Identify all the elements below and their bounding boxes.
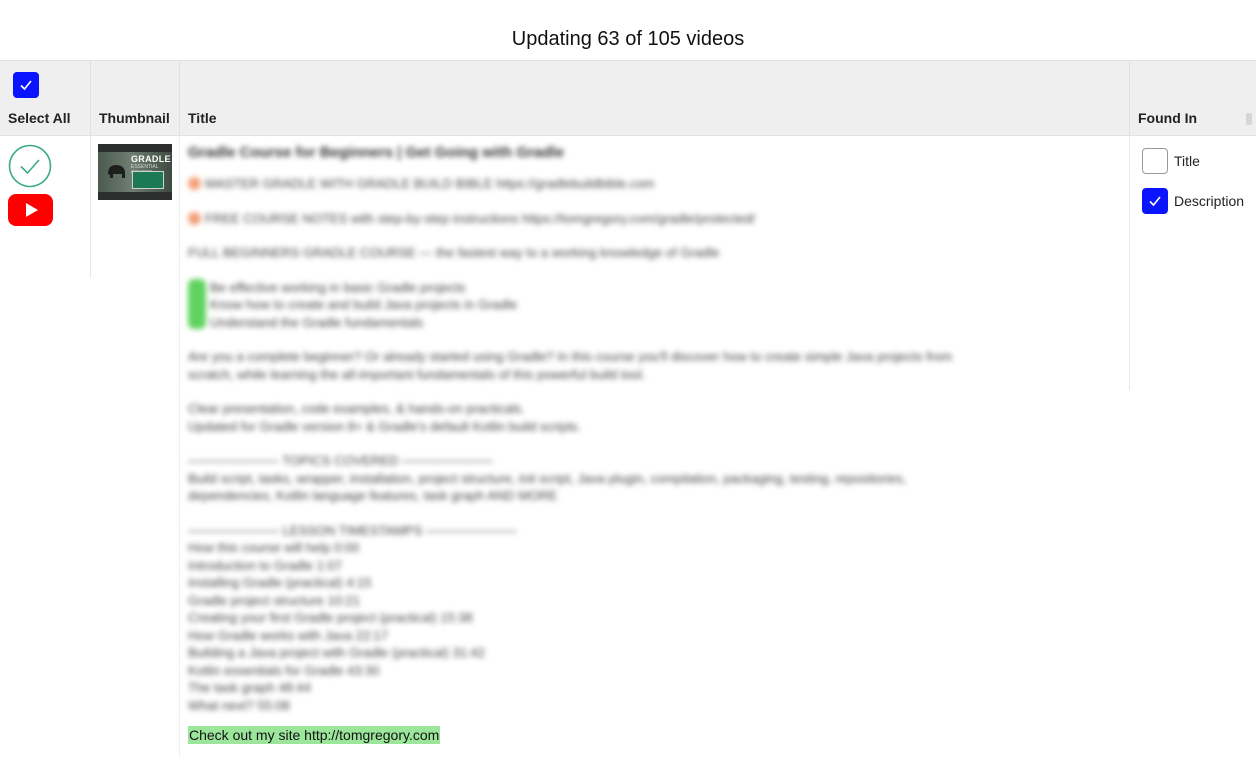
column-divider	[1129, 136, 1130, 390]
description-timestamps: ——————— LESSON TIMESTAMPS ——————— How th…	[188, 522, 517, 713]
header-thumbnail: Thumbnail	[91, 61, 180, 137]
found-in-title-checkbox[interactable]	[1142, 148, 1168, 174]
check-circle-icon	[8, 144, 52, 188]
description-bullets: Be effective working in basic Gradle pro…	[188, 278, 1108, 332]
select-all-checkbox[interactable]	[13, 72, 39, 98]
header-title: Title	[180, 61, 1130, 137]
found-in-description[interactable]: Description	[1142, 188, 1244, 214]
header-label-thumbnail: Thumbnail	[99, 110, 170, 126]
videos-table: Select All Thumbnail Title Found In GRAD…	[0, 60, 1256, 757]
description-paragraph: FULL BEGINNERS GRADLE COURSE — the faste…	[188, 245, 720, 260]
thumbnail-word: GRADLE	[131, 154, 171, 164]
table-row: GRADLE ESSENTIAL COURSE Gradle Course fo…	[0, 136, 1256, 757]
found-in-description-checkbox[interactable]	[1142, 188, 1168, 214]
video-thumbnail[interactable]: GRADLE ESSENTIAL COURSE	[98, 144, 172, 200]
column-resize-handle[interactable]	[1246, 113, 1252, 125]
laptop-graphic	[132, 171, 164, 189]
video-description: Gradle Course for Beginners | Get Going …	[188, 144, 1108, 731]
column-divider	[90, 136, 91, 278]
found-in-title-label: Title	[1174, 153, 1200, 169]
youtube-icon[interactable]	[8, 194, 53, 226]
video-title: Gradle Course for Beginners | Get Going …	[188, 144, 564, 161]
found-in-description-label: Description	[1174, 193, 1245, 209]
description-paragraph: Are you a complete beginner? Or already …	[188, 349, 953, 382]
found-in-title[interactable]: Title	[1142, 148, 1200, 174]
description-paragraph: Clear presentation, code examples, & han…	[188, 401, 582, 434]
checkmark-icon	[20, 80, 32, 91]
elephant-icon	[108, 165, 125, 178]
highlighted-match-text: Check out my site http://tomgregory.com	[188, 726, 441, 744]
description-paragraph: MASTER GRADLE WITH GRADLE BUILD BIBLE ht…	[188, 175, 1108, 193]
header-label-title: Title	[188, 110, 217, 126]
fire-emoji-icon	[188, 177, 201, 190]
pointing-emoji-icon	[188, 211, 201, 225]
checkmark-icon	[1149, 196, 1161, 207]
header-label-select-all: Select All	[8, 110, 71, 126]
header-found-in: Found In	[1130, 61, 1256, 137]
header-select-all: Select All	[0, 61, 91, 137]
table-header: Select All Thumbnail Title Found In	[0, 60, 1256, 137]
header-label-found-in: Found In	[1138, 110, 1198, 126]
description-paragraph: FREE COURSE NOTES with step-by-step inst…	[188, 210, 1108, 228]
page-title: Updating 63 of 105 videos	[511, 28, 745, 50]
highlight-marker	[188, 278, 206, 329]
description-paragraph: ——————— TOPICS COVERED ——————— Build scr…	[188, 453, 907, 503]
column-divider	[179, 136, 180, 757]
